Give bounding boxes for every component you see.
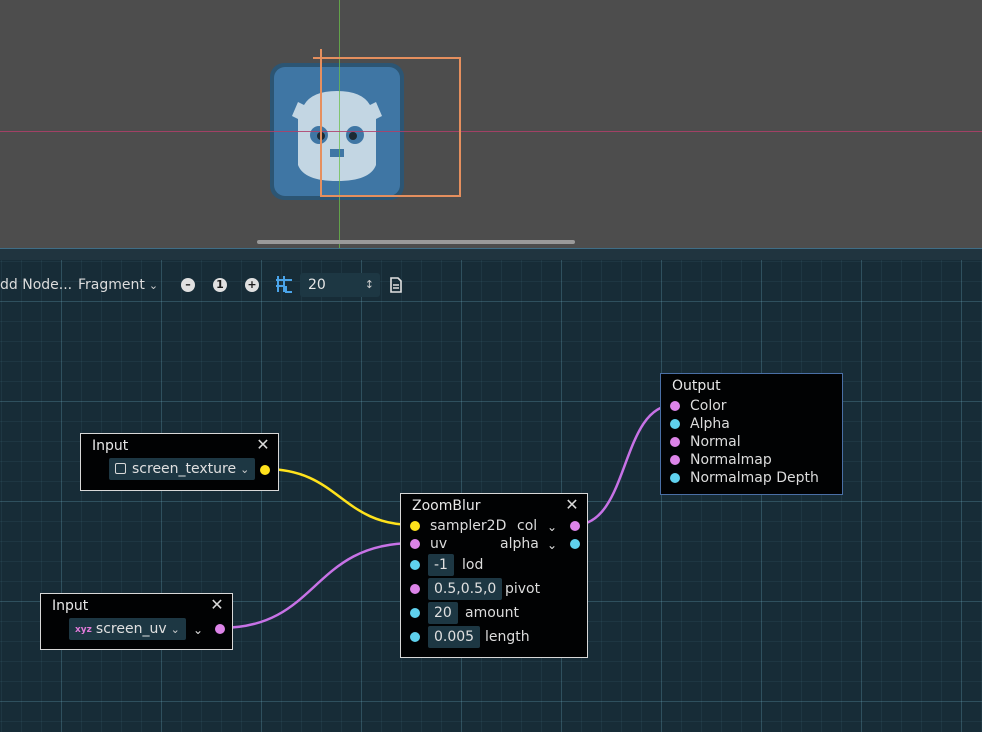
port-label-lod: lod xyxy=(462,557,484,573)
port-label-normalmap-depth: Normalmap Depth xyxy=(690,470,819,486)
snap-distance-spinbox[interactable]: 20 ↕ xyxy=(300,273,380,297)
lod-field[interactable]: -1 xyxy=(428,554,454,576)
zoom-in-icon[interactable]: + xyxy=(245,278,259,292)
document-icon[interactable] xyxy=(388,276,404,294)
input-port-sampler[interactable] xyxy=(410,521,420,531)
image-icon xyxy=(115,463,126,474)
snap-distance-value: 20 xyxy=(308,277,326,293)
port-label-pivot: pivot xyxy=(505,581,541,597)
zoom-reset-button[interactable]: 1 xyxy=(213,278,227,292)
port-label-color: Color xyxy=(690,398,727,414)
chevron-down-icon: ⌄ xyxy=(148,279,159,292)
node-title: Output xyxy=(672,378,721,394)
output-port-vector[interactable] xyxy=(215,624,225,634)
port-label-length: length xyxy=(485,629,530,645)
viewport-h-scrollbar[interactable] xyxy=(257,240,575,244)
panel-split-divider[interactable] xyxy=(0,248,982,260)
add-node-button[interactable]: dd Node... xyxy=(0,272,72,298)
length-field[interactable]: 0.005 xyxy=(428,626,481,648)
input-port-pivot[interactable] xyxy=(410,584,420,594)
input-port-length[interactable] xyxy=(410,632,420,642)
input-port-alpha[interactable] xyxy=(670,419,680,429)
node-title: Input xyxy=(92,438,129,454)
input-type-dropdown[interactable]: screen_texture ⌄ xyxy=(109,458,256,480)
x-axis-line xyxy=(0,131,982,132)
output-node[interactable]: Output Color Alpha Normal Normalmap Norm… xyxy=(660,373,843,495)
shader-mode-dropdown[interactable]: Fragment ⌄ xyxy=(78,272,158,298)
port-label-sampler: sampler2D xyxy=(430,518,507,534)
port-label-alpha: Alpha xyxy=(690,416,730,432)
zoom-out-icon[interactable]: – xyxy=(181,278,195,292)
expand-col-icon[interactable]: ⌄ xyxy=(545,521,559,533)
input-type-label: screen_uv xyxy=(95,621,167,637)
expand-ports-icon[interactable]: ⌄ xyxy=(191,624,205,636)
spin-arrows-icon[interactable]: ↕ xyxy=(365,273,374,297)
output-port-sampler[interactable] xyxy=(260,465,270,475)
input-type-label: screen_texture xyxy=(132,461,237,477)
amount-field[interactable]: 20 xyxy=(428,602,458,624)
input-port-uv[interactable] xyxy=(410,539,420,549)
close-icon[interactable]: ✕ xyxy=(256,435,270,455)
graph-toolbar: dd Node... Fragment ⌄ – 1 + 20 ↕ xyxy=(0,272,420,298)
input-port-normalmap[interactable] xyxy=(670,455,680,465)
grid-snap-icon[interactable] xyxy=(275,275,293,295)
input-node-texture[interactable]: Input ✕ screen_texture ⌄ xyxy=(80,433,279,491)
input-type-dropdown[interactable]: xyz screen_uv ⌄ xyxy=(69,618,186,640)
port-label-col: col xyxy=(517,518,538,534)
node-title: ZoomBlur xyxy=(412,498,481,514)
chevron-down-icon: ⌄ xyxy=(240,463,250,476)
expand-alpha-icon[interactable]: ⌄ xyxy=(545,539,559,551)
input-port-normalmap-depth[interactable] xyxy=(670,473,680,483)
port-label-amount: amount xyxy=(465,605,520,621)
port-label-normal: Normal xyxy=(690,434,741,450)
input-port-color[interactable] xyxy=(670,401,680,411)
output-port-alpha[interactable] xyxy=(570,539,580,549)
input-port-lod[interactable] xyxy=(410,560,420,570)
node-title: Input xyxy=(52,598,89,614)
input-port-amount[interactable] xyxy=(410,608,420,618)
canvas-viewport[interactable] xyxy=(0,0,982,248)
port-label-alpha: alpha xyxy=(500,536,539,552)
vector3-icon: xyz xyxy=(75,625,92,635)
shader-mode-label: Fragment xyxy=(78,277,145,293)
pivot-crosshair-v[interactable] xyxy=(320,49,322,65)
input-port-normal[interactable] xyxy=(670,437,680,447)
port-label-uv: uv xyxy=(430,536,448,552)
chevron-down-icon: ⌄ xyxy=(170,623,180,636)
port-label-normalmap: Normalmap xyxy=(690,452,772,468)
zoomblur-node[interactable]: ZoomBlur ✕ sampler2D col ⌄ uv alpha ⌄ -1… xyxy=(400,493,588,658)
input-node-uv[interactable]: Input ✕ xyz screen_uv ⌄ ⌄ xyxy=(40,593,233,650)
output-port-col[interactable] xyxy=(570,521,580,531)
close-icon[interactable]: ✕ xyxy=(565,495,579,515)
selection-rect[interactable] xyxy=(320,57,461,197)
pivot-field[interactable]: 0.5,0.5,0 xyxy=(428,578,503,600)
close-icon[interactable]: ✕ xyxy=(210,595,224,615)
